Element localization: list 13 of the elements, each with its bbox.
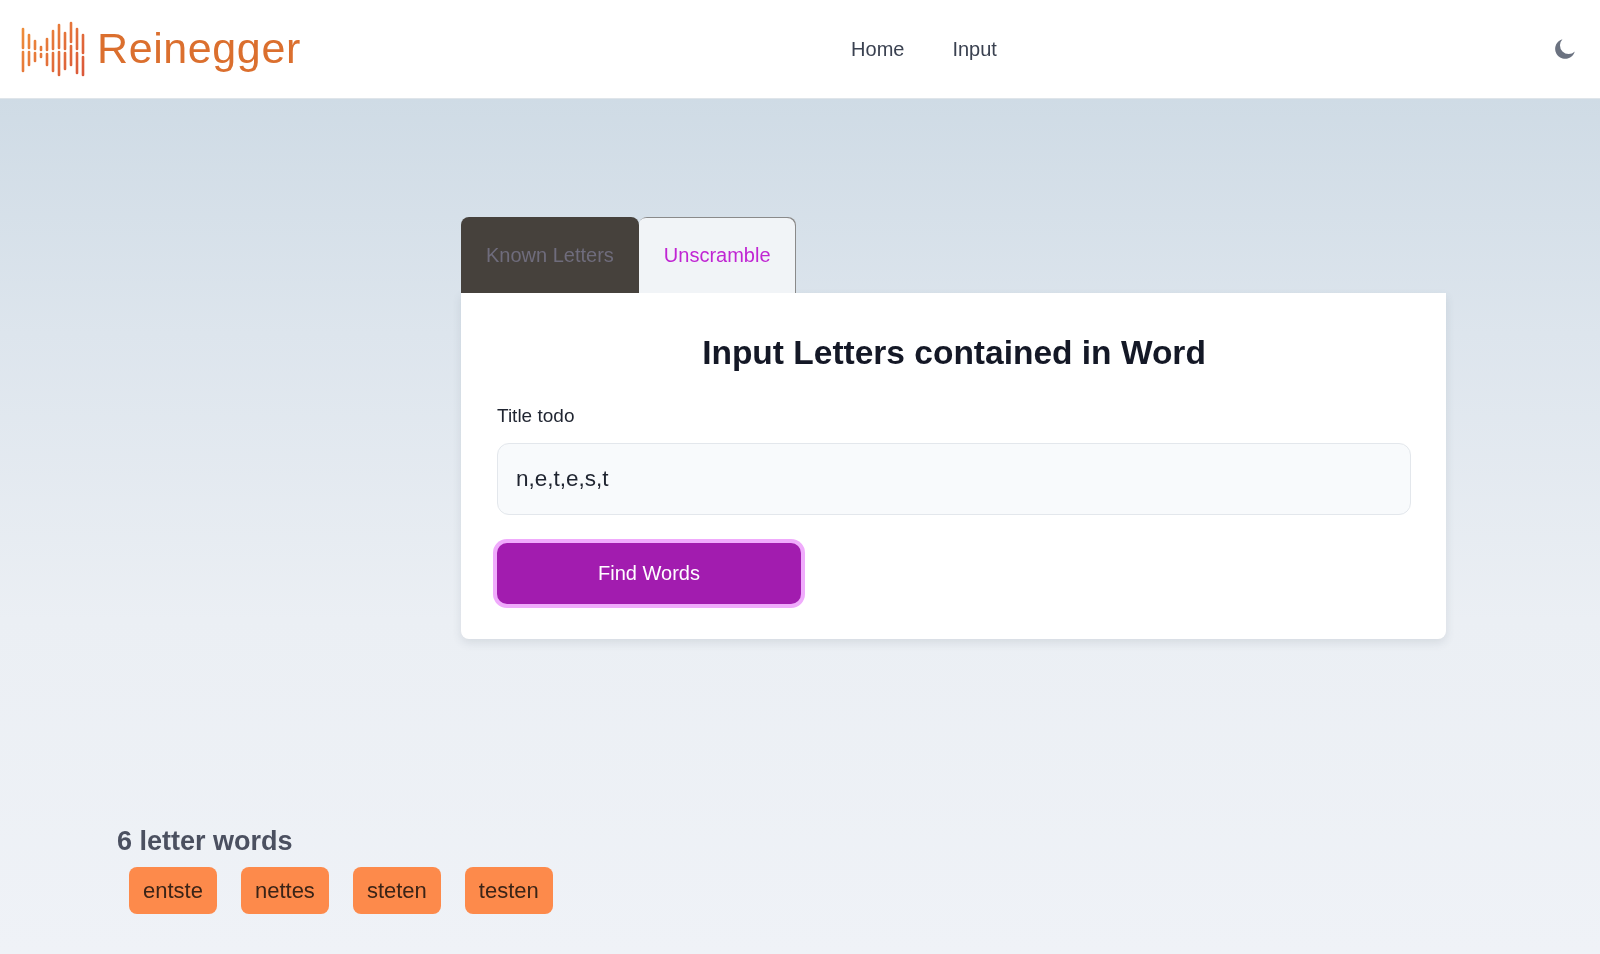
word-chip: entste xyxy=(129,867,217,914)
form-title: Input Letters contained in Word xyxy=(701,333,1207,373)
logo-icon xyxy=(20,21,86,77)
word-chip: nettes xyxy=(240,867,329,914)
logo-text: Reinegger xyxy=(97,23,301,74)
field-label: Title todo xyxy=(497,404,575,428)
group-heading: 6 letter words xyxy=(117,825,293,857)
nav-link[interactable]: Input xyxy=(952,37,997,61)
word-chip: steten xyxy=(352,867,441,914)
word-chip: testen xyxy=(464,867,553,914)
letters-input[interactable]: n,e,t,e,s,t xyxy=(497,443,1411,515)
tab[interactable]: Unscramble xyxy=(638,217,796,293)
nav-link[interactable]: Home xyxy=(851,37,905,61)
